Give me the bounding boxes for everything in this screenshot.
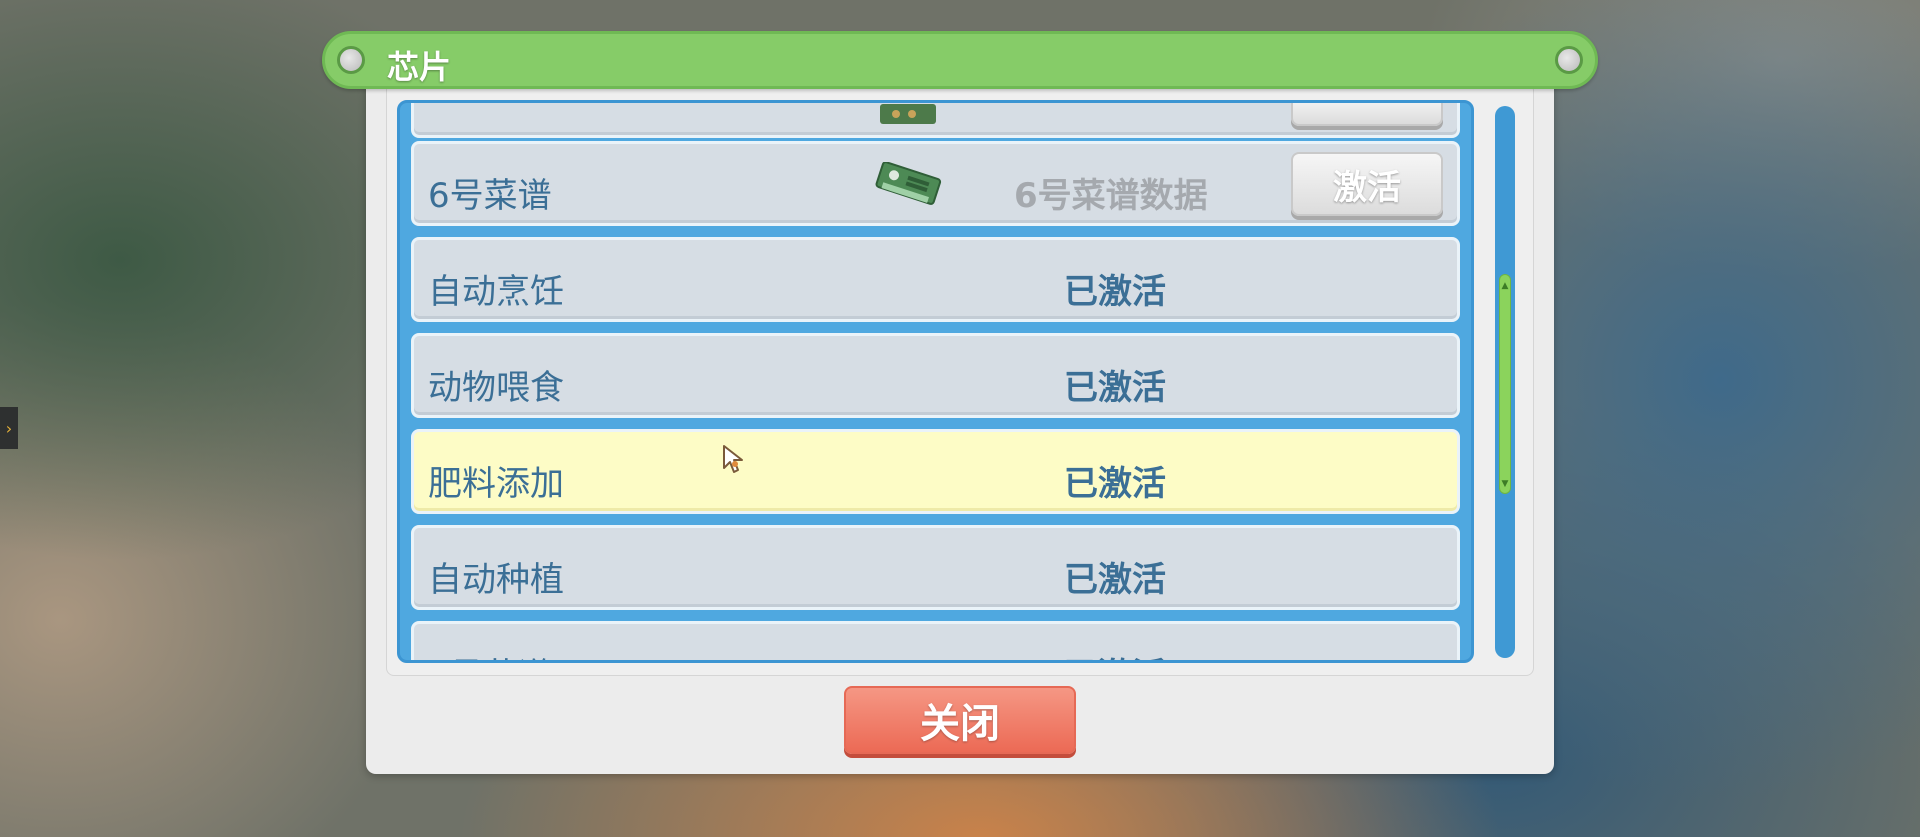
- chip-name: 自动种植: [428, 560, 564, 600]
- chip-name: 6号菜谱: [428, 176, 552, 216]
- list-item[interactable]: [411, 103, 1460, 138]
- dialog-title: 芯片: [387, 48, 452, 86]
- list-item[interactable]: 自动烹饪 已激活: [411, 237, 1460, 322]
- chip-name: 肥料添加: [428, 464, 564, 504]
- dialog-title-bar: 芯片: [322, 31, 1598, 89]
- pointer-cursor-icon: [723, 445, 743, 473]
- activate-button[interactable]: [1291, 103, 1443, 126]
- close-button[interactable]: 关闭: [844, 686, 1076, 754]
- chip-name: 1号菜谱: [428, 648, 552, 660]
- chip-name: 自动烹饪: [428, 272, 564, 312]
- title-knob-left-icon: [337, 46, 365, 74]
- scrollbar-thumb[interactable]: [1499, 274, 1511, 494]
- list-item[interactable]: 6号菜谱 6号菜谱数据 激活: [411, 141, 1460, 226]
- side-panel-toggle[interactable]: ›: [0, 407, 18, 449]
- chip-name: 动物喂食: [428, 368, 564, 408]
- chip-status: 已激活: [1064, 464, 1166, 504]
- chip-icon: [880, 104, 936, 124]
- chip-status: 已激活: [1064, 368, 1166, 408]
- chip-icon: [875, 162, 942, 205]
- list-item-selected[interactable]: 肥料添加 已激活: [411, 429, 1460, 514]
- chip-status: 已激活: [1064, 560, 1166, 600]
- activate-button[interactable]: 激活: [1291, 152, 1443, 216]
- list-item[interactable]: 1号菜谱 已激活: [411, 621, 1460, 660]
- scroll-down-icon[interactable]: ▼: [1499, 478, 1511, 490]
- scroll-up-icon[interactable]: ▲: [1499, 280, 1511, 292]
- chevron-right-icon: ›: [5, 418, 13, 438]
- chip-description: 6号菜谱数据: [1014, 176, 1208, 216]
- chip-list[interactable]: 6号菜谱 6号菜谱数据 激活 自动烹饪 已激活 动物喂食 已激活 肥料添加 已激…: [397, 100, 1474, 663]
- chip-status: 已激活: [1064, 648, 1166, 660]
- chip-status: 已激活: [1064, 272, 1166, 312]
- title-knob-right-icon: [1555, 46, 1583, 74]
- list-item[interactable]: 自动种植 已激活: [411, 525, 1460, 610]
- list-item[interactable]: 动物喂食 已激活: [411, 333, 1460, 418]
